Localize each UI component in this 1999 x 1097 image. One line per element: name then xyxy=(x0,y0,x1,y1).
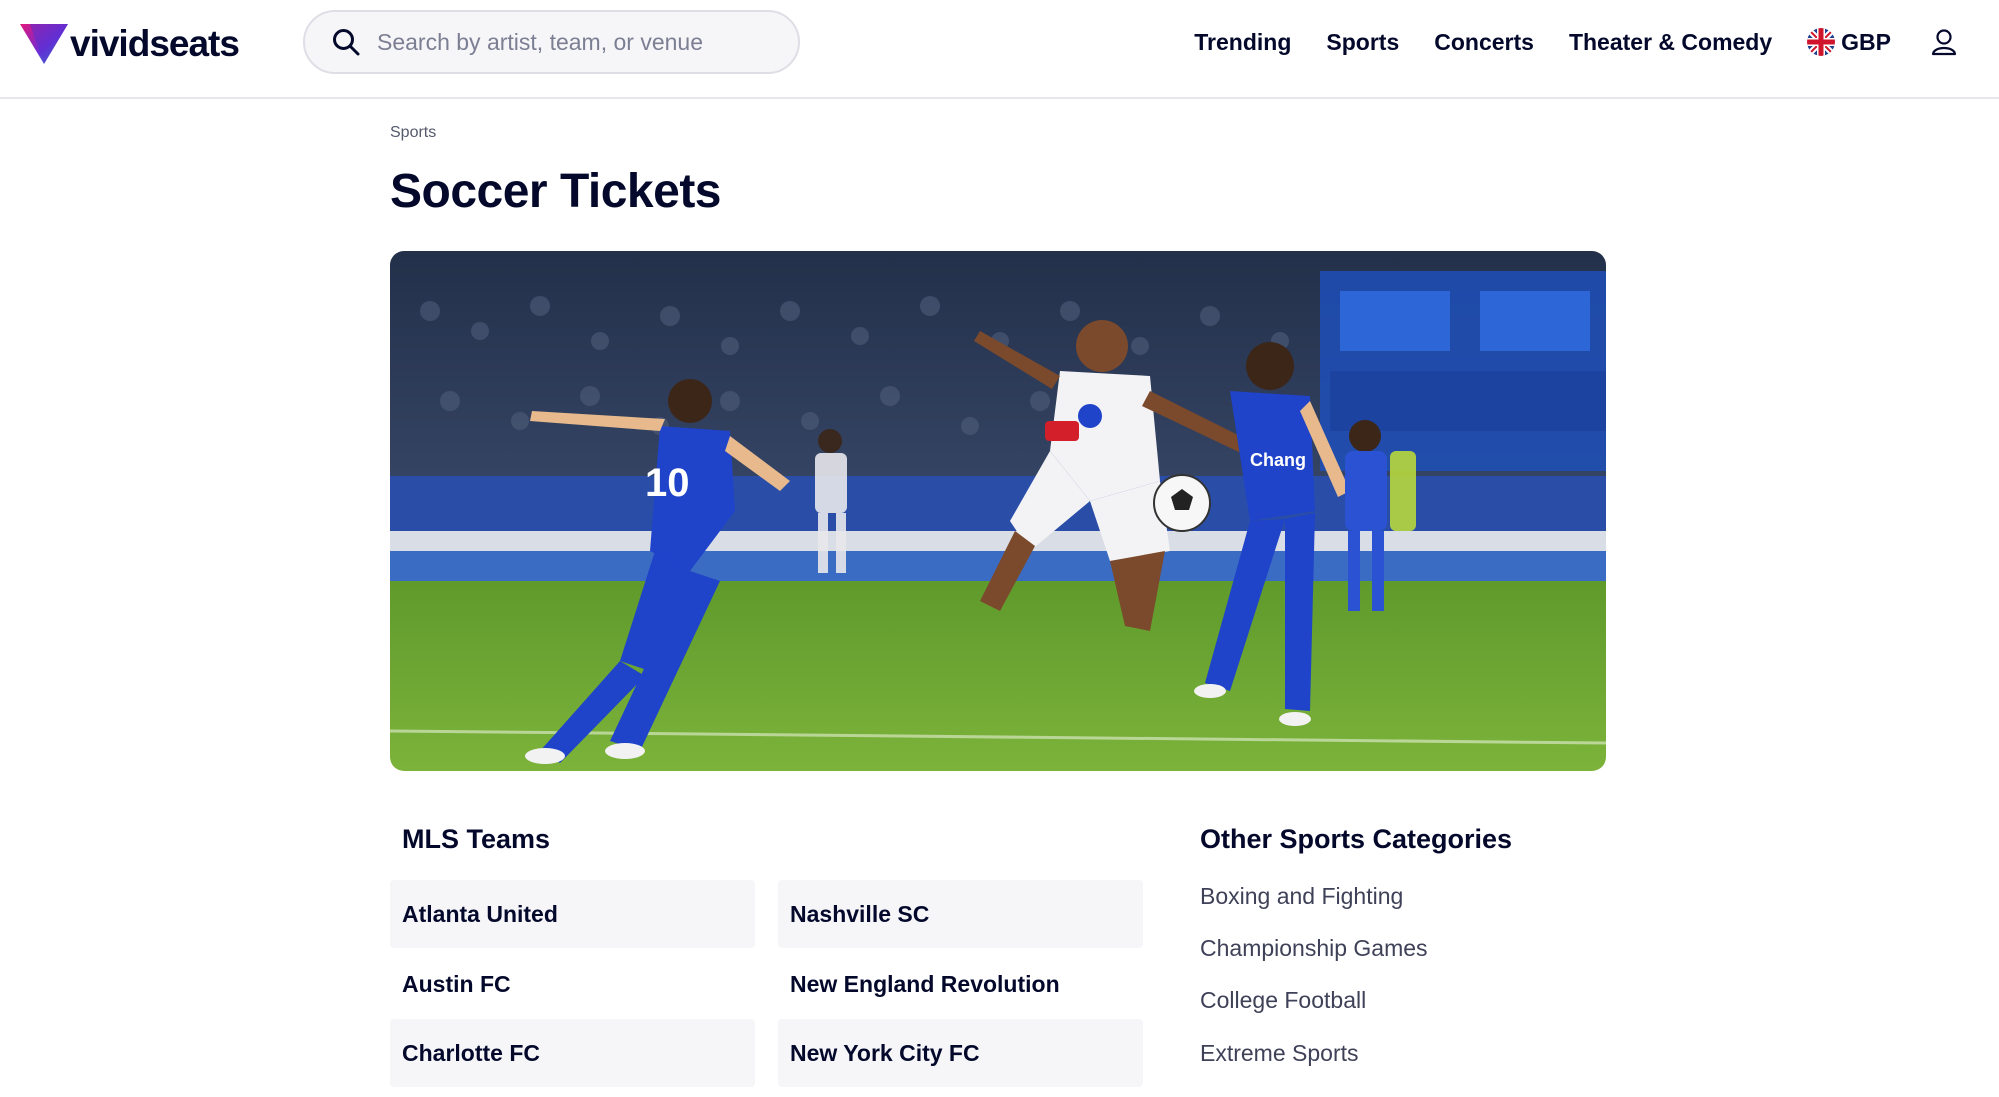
logo-text: vividseats xyxy=(70,23,240,64)
mls-teams-heading: MLS Teams xyxy=(402,824,551,854)
team-link[interactable]: Austin FC xyxy=(390,950,755,1018)
other-sports-link[interactable]: Championship Games xyxy=(1200,935,1428,962)
other-sports-link[interactable]: Extreme Sports xyxy=(1200,1040,1359,1067)
page-title: Soccer Tickets xyxy=(390,165,722,218)
soccer-match-illustration: 10 Chang xyxy=(390,251,1606,771)
svg-text:Chang: Chang xyxy=(1250,450,1306,470)
nav-sports[interactable]: Sports xyxy=(1326,29,1399,56)
site-header: vividseats Trending Sports Concerts Thea… xyxy=(0,0,1999,99)
team-link[interactable]: Atlanta United xyxy=(390,880,755,948)
currency-label: GBP xyxy=(1841,28,1891,55)
other-sports-link[interactable]: College Football xyxy=(1200,987,1366,1014)
search-input[interactable] xyxy=(377,28,777,56)
nav-concerts[interactable]: Concerts xyxy=(1434,29,1534,56)
hero-image: 10 Chang xyxy=(390,251,1606,771)
team-link[interactable]: Charlotte FC xyxy=(390,1019,755,1087)
nav-theater-comedy[interactable]: Theater & Comedy xyxy=(1569,29,1772,56)
main-nav: Trending Sports Concerts Theater & Comed… xyxy=(1194,22,1999,62)
uk-flag-icon xyxy=(1807,28,1836,56)
currency-selector[interactable]: GBP xyxy=(1807,28,1891,56)
team-link[interactable]: Nashville SC xyxy=(778,880,1143,948)
svg-text:10: 10 xyxy=(645,461,690,505)
other-sports-heading: Other Sports Categories xyxy=(1200,824,1513,854)
search-icon xyxy=(333,29,360,56)
breadcrumb[interactable]: Sports xyxy=(390,124,436,142)
team-link[interactable]: New England Revolution xyxy=(778,950,1143,1018)
other-sports-link[interactable]: Boxing and Fighting xyxy=(1200,883,1403,910)
team-link[interactable]: New York City FC xyxy=(778,1019,1143,1087)
search-bar[interactable] xyxy=(303,10,800,74)
user-icon[interactable] xyxy=(1929,27,1959,57)
vividseats-logo[interactable]: vividseats xyxy=(20,22,240,66)
logo-triangle-icon xyxy=(20,24,68,64)
nav-trending[interactable]: Trending xyxy=(1194,29,1291,56)
